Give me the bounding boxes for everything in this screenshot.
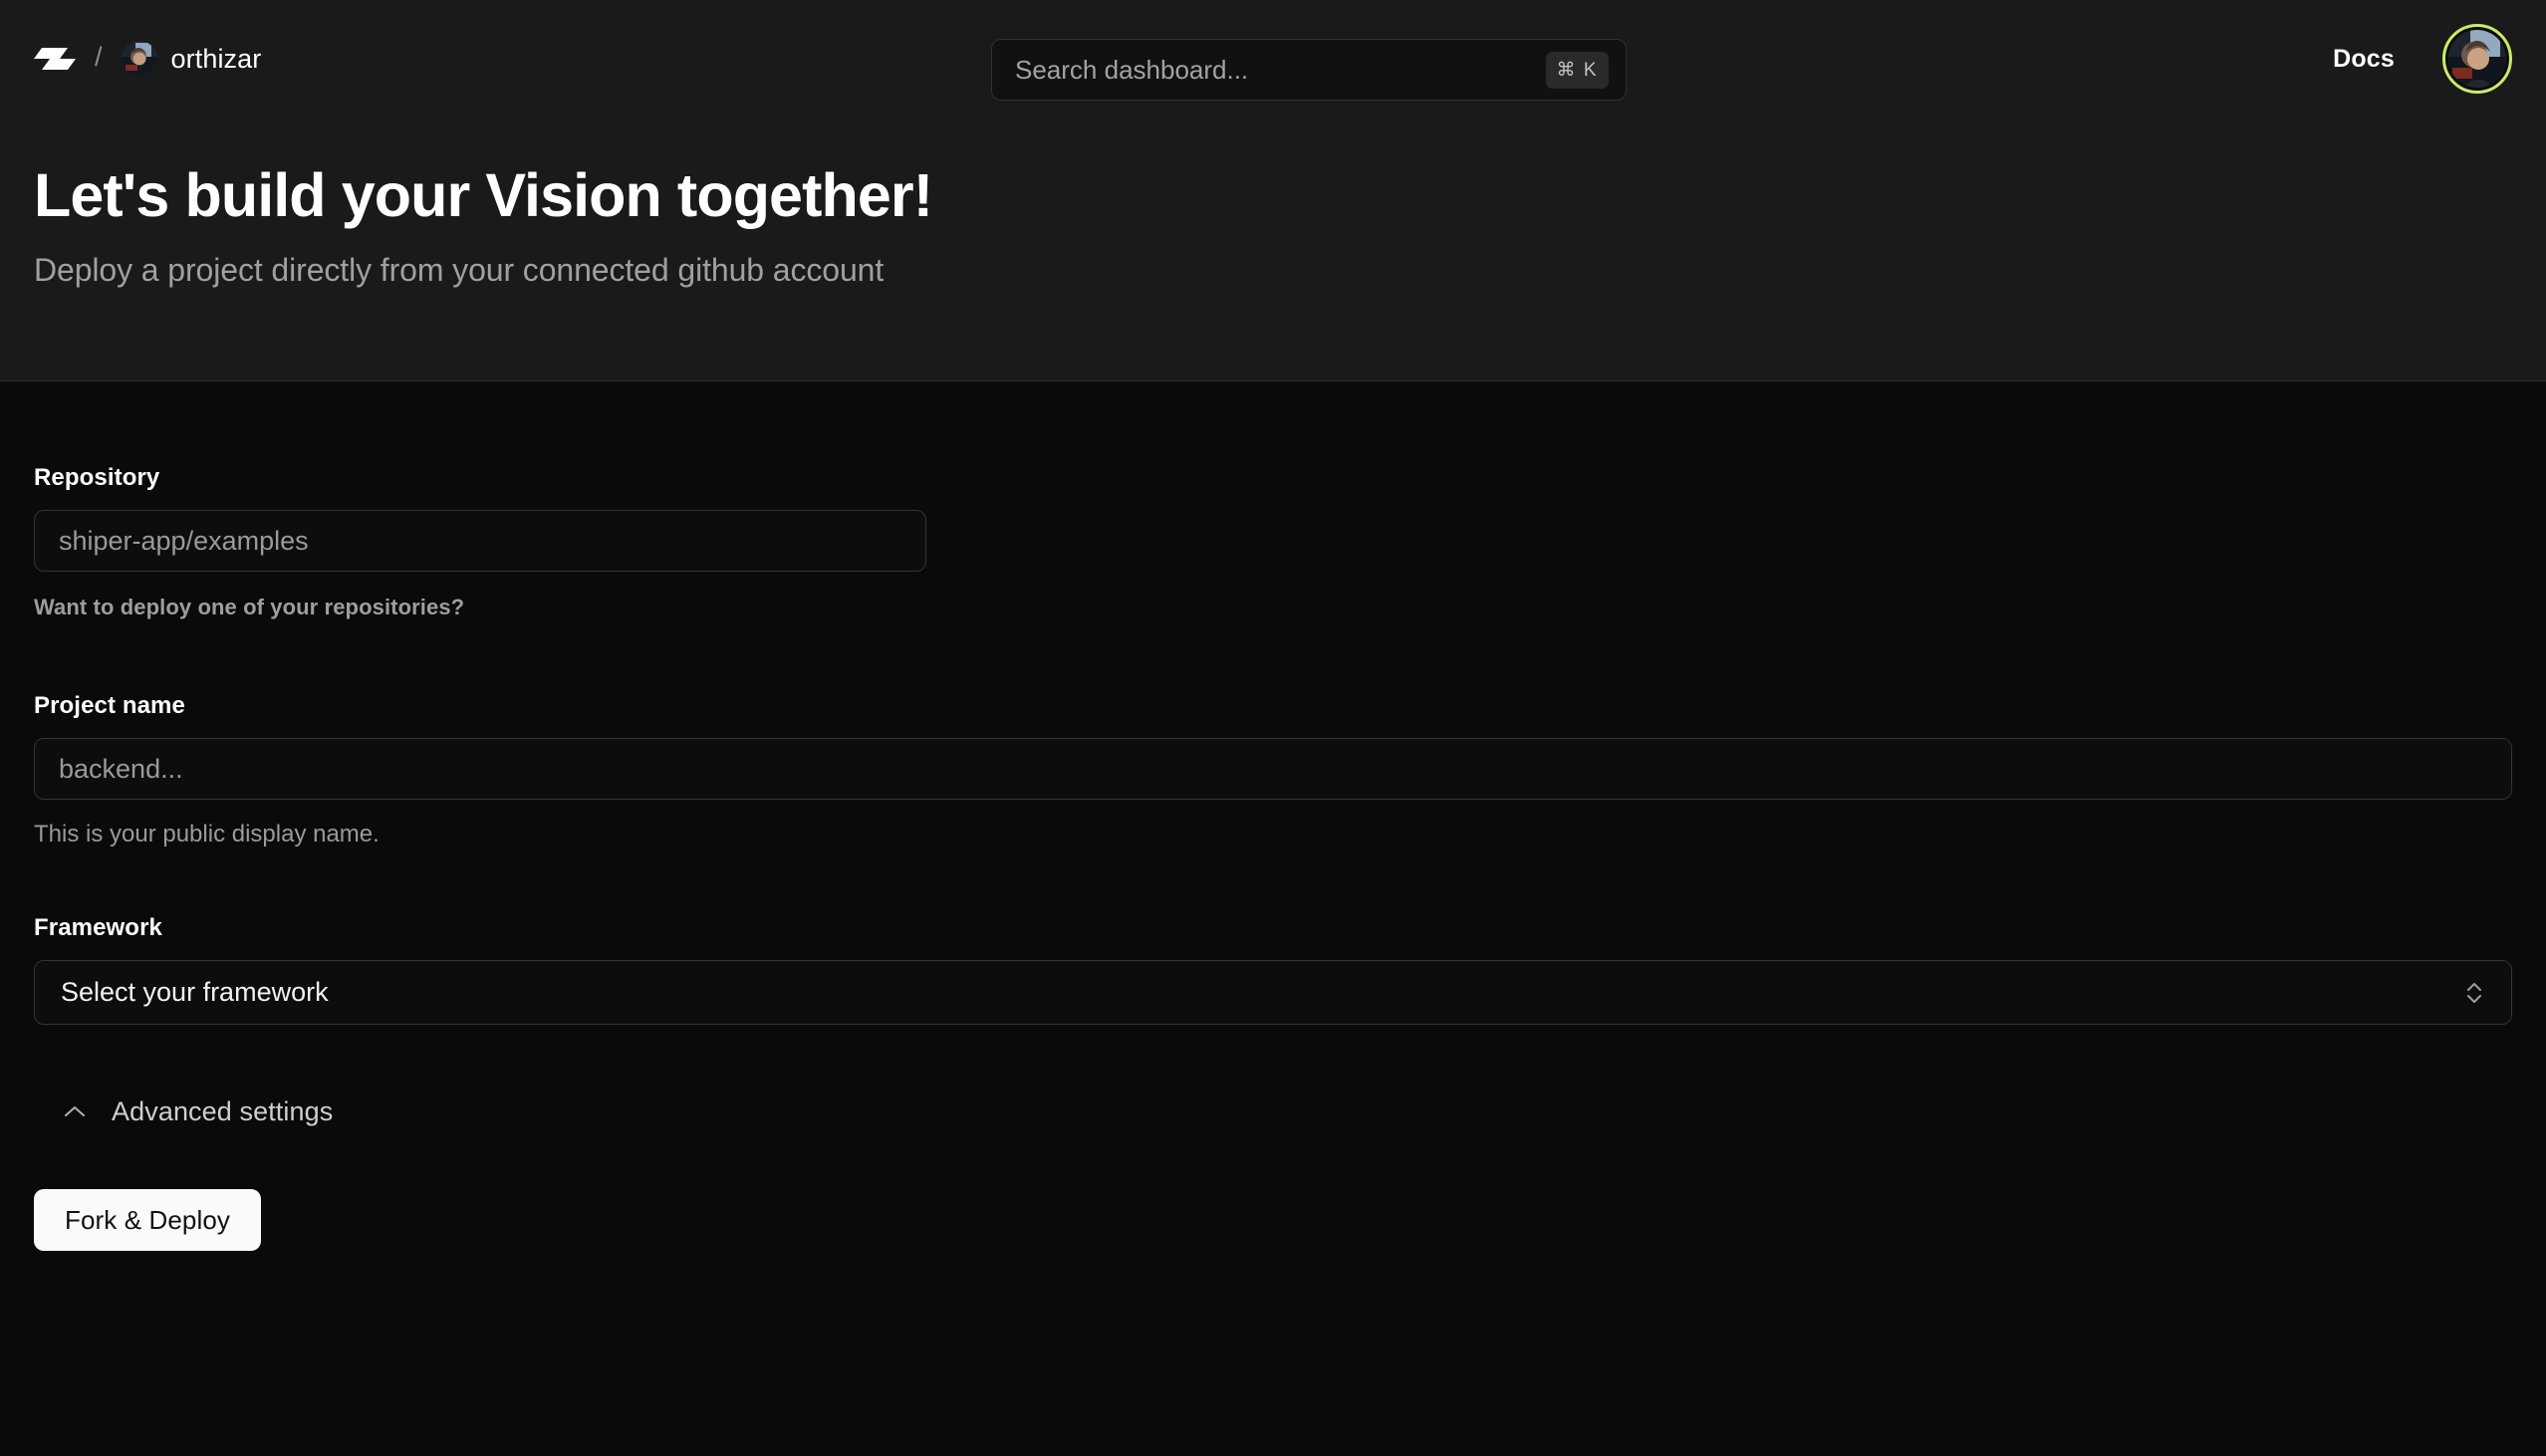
field-project-name: Project name backend... This is your pub…	[34, 692, 2512, 849]
search-placeholder-text: Search dashboard...	[1015, 54, 1249, 85]
user-avatar-icon	[121, 41, 157, 77]
hero-section: Let's build your Vision together! Deploy…	[0, 118, 2546, 382]
fork-and-deploy-button[interactable]: Fork & Deploy	[34, 1189, 262, 1252]
framework-select-value: Select your framework	[61, 977, 329, 1008]
breadcrumb-separator: /	[95, 41, 103, 72]
project-name-input[interactable]: backend...	[34, 738, 2512, 801]
shiper-logo-icon[interactable]	[34, 38, 76, 80]
avatar-large-image	[2448, 30, 2506, 88]
framework-label: Framework	[34, 914, 162, 942]
repository-helper-link[interactable]: Want to deploy one of your repositories?	[34, 595, 2512, 620]
deploy-form: Repository shiper-app/examples Want to d…	[0, 381, 2546, 1252]
project-name-placeholder: backend...	[59, 753, 183, 784]
page-subtitle: Deploy a project directly from your conn…	[34, 252, 885, 289]
org-name-label: orthizar	[170, 43, 262, 74]
breadcrumb: / orthizar	[34, 38, 261, 80]
nav-right-group: Docs	[2333, 24, 2512, 94]
search-shortcut-badge: ⌘ K	[1545, 51, 1609, 89]
repository-input-value: shiper-app/examples	[59, 525, 309, 556]
avatar-small-image	[121, 41, 157, 77]
project-name-label: Project name	[34, 692, 185, 720]
page-title: Let's build your Vision together!	[34, 161, 933, 229]
profile-avatar-icon	[2448, 30, 2506, 88]
repository-input[interactable]: shiper-app/examples	[34, 510, 926, 573]
profile-avatar-button[interactable]	[2442, 24, 2512, 94]
chevron-up-down-icon	[2467, 982, 2481, 1003]
docs-link[interactable]: Docs	[2333, 45, 2395, 74]
spacer-repository	[34, 620, 2512, 692]
repository-label: Repository	[34, 464, 160, 492]
project-name-helper: This is your public display name.	[34, 821, 380, 849]
advanced-settings-toggle[interactable]: Advanced settings	[34, 1096, 333, 1127]
search-container: Search dashboard... ⌘ K	[991, 39, 1627, 101]
field-repository: Repository shiper-app/examples Want to d…	[34, 464, 2512, 620]
framework-select[interactable]: Select your framework	[34, 960, 2512, 1026]
advanced-settings-label: Advanced settings	[112, 1096, 334, 1127]
top-navigation-bar: / orthizar Search dashboard... ⌘ K Docs	[0, 0, 2546, 118]
breadcrumb-item-org[interactable]: orthizar	[121, 41, 262, 77]
shiper-logo-glyph	[34, 48, 76, 70]
spacer-project-name	[34, 849, 2512, 914]
search-input[interactable]: Search dashboard... ⌘ K	[991, 39, 1627, 101]
chevron-up-icon	[65, 1105, 85, 1116]
field-framework: Framework Select your framework	[34, 914, 2512, 1026]
